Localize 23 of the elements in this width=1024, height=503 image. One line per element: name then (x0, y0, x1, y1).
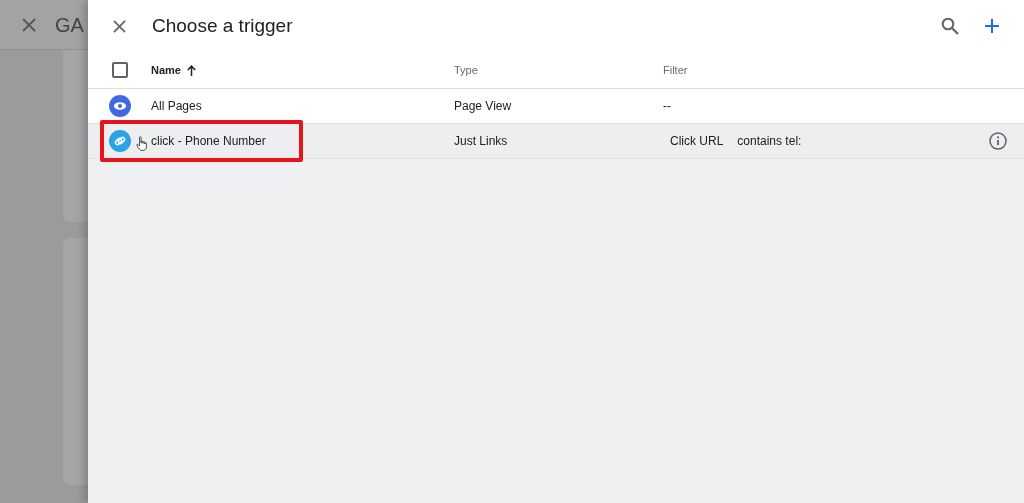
checkbox[interactable] (112, 62, 128, 78)
search-icon[interactable] (941, 17, 959, 35)
close-icon[interactable] (22, 17, 36, 32)
filter-text: -- (663, 98, 671, 115)
trigger-type: Just Links (454, 134, 508, 148)
column-header[interactable]: Name (151, 61, 181, 79)
page-title: GA (55, 12, 84, 38)
info-icon[interactable] (989, 132, 1007, 150)
eye-icon (108, 95, 131, 117)
table-row[interactable]: All Pages Page View -- (88, 89, 1024, 124)
sort-arrow-icon[interactable] (186, 64, 196, 76)
add-icon[interactable] (985, 19, 999, 33)
column-header[interactable]: Type (454, 61, 478, 79)
trigger-name: click - Phone Number (151, 133, 266, 150)
hand-cursor-icon (136, 136, 148, 151)
close-icon[interactable] (113, 19, 126, 33)
trigger-name: All Pages (151, 98, 202, 115)
filter-text: contains tel: (737, 133, 802, 150)
column-header[interactable]: Filter (663, 61, 688, 79)
filter-text: Click URL (670, 133, 724, 150)
link-icon (108, 130, 131, 152)
panel-title: Choose a trigger (152, 13, 293, 38)
trigger-type: Page View (454, 99, 512, 113)
